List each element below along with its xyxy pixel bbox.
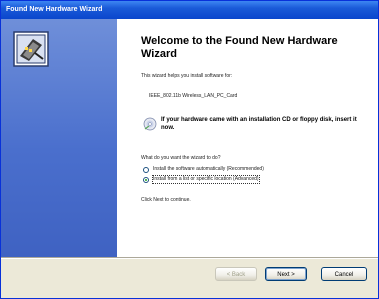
radio-button[interactable] (143, 166, 149, 173)
option-label[interactable]: Install the software automatically (Reco… (153, 166, 264, 173)
option-install-from-list[interactable]: Install from a list or specific location… (143, 175, 371, 184)
continue-hint: Click Next to continue. (141, 197, 191, 203)
page-title: Welcome to the Found New Hardware Wizard (141, 35, 338, 60)
window-title: Found New Hardware Wizard (6, 6, 103, 13)
radio-button-selected[interactable] (143, 176, 149, 183)
wizard-sidebar (1, 19, 117, 257)
hardware-wizard-icon (13, 31, 49, 67)
divider (1, 257, 378, 259)
wizard-content: Welcome to the Found New Hardware Wizard… (1, 19, 378, 257)
cancel-button[interactable]: Cancel (321, 267, 367, 281)
next-button[interactable]: Next > (265, 267, 307, 281)
intro-text: This wizard helps you install software f… (141, 73, 233, 79)
cd-instruction: If your hardware came with an installati… (161, 117, 357, 131)
wizard-window: Found New Hardware Wizard Welcome to the… (0, 0, 379, 299)
cd-icon (143, 117, 157, 131)
option-label[interactable]: Install from a list or specific location… (152, 175, 260, 184)
back-button[interactable]: < Back (215, 267, 257, 281)
option-install-automatically[interactable]: Install the software automatically (Reco… (143, 165, 371, 174)
device-name: IEEE_802.11b Wireless_LAN_PC_Card (149, 93, 238, 99)
title-bar[interactable]: Found New Hardware Wizard (1, 1, 378, 19)
question-text: What do you want the wizard to do? (141, 155, 221, 161)
